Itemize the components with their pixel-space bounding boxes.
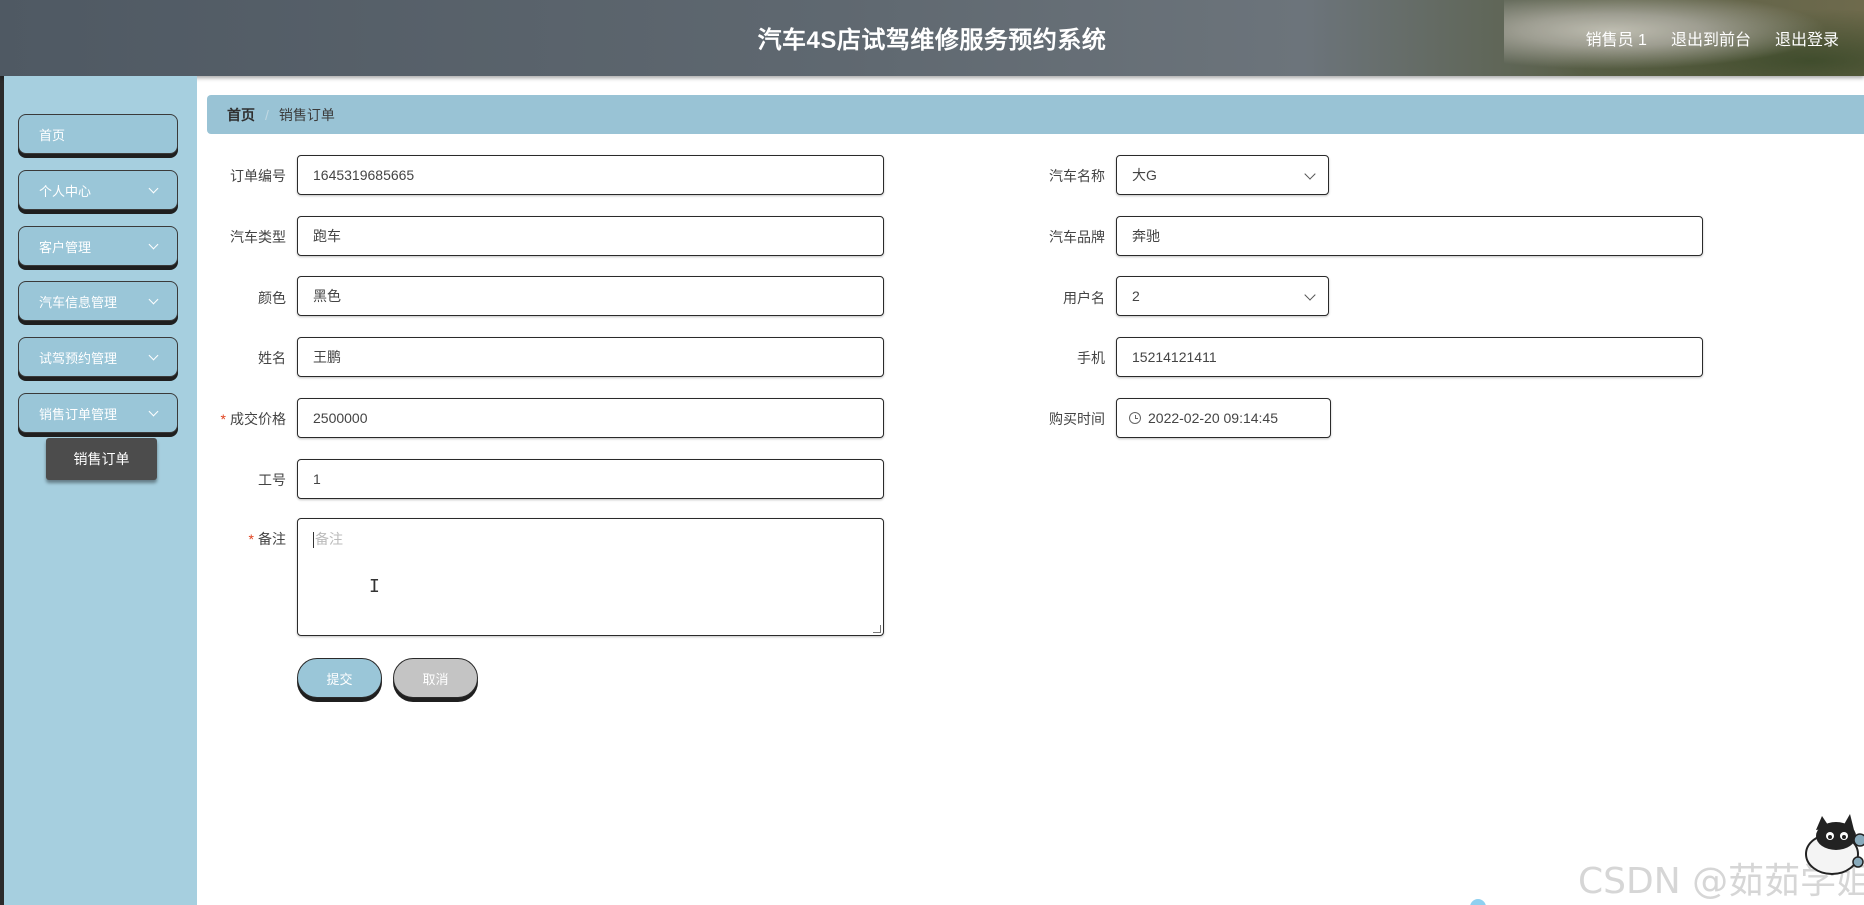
sidebar-item-label: 客户管理 xyxy=(39,239,92,255)
color-input[interactable]: 黑色 xyxy=(297,276,884,316)
chevron-down-icon xyxy=(1304,289,1316,301)
order-no-label: 订单编号 xyxy=(230,168,286,184)
cancel-button[interactable]: 取消 xyxy=(393,658,478,698)
remark-label: * 备注 xyxy=(196,529,286,549)
chevron-down-icon xyxy=(148,183,159,193)
chevron-down-icon xyxy=(148,406,159,416)
header-links: 销售员 1 退出到前台 退出登录 xyxy=(1586,26,1839,50)
staff-no-input[interactable]: 1 xyxy=(297,459,884,499)
car-brand-label: 汽车品牌 xyxy=(1049,229,1105,245)
clock-icon xyxy=(1129,412,1141,424)
car-name-select[interactable]: 大G xyxy=(1116,155,1329,195)
cat-mascot-icon xyxy=(1805,814,1864,875)
name-input[interactable]: 王鹏 xyxy=(297,337,884,377)
remark-textarea[interactable]: 备注 xyxy=(297,518,884,636)
car-type-label: 汽车类型 xyxy=(230,229,286,245)
staff-no-label: 工号 xyxy=(258,472,286,488)
sidebar-subitem-sales-order[interactable]: 销售订单 xyxy=(46,438,157,480)
floating-widget[interactable] xyxy=(1470,899,1486,905)
username-select[interactable]: 2 xyxy=(1116,276,1329,316)
required-mark: * xyxy=(248,531,254,547)
chevron-down-icon xyxy=(148,350,159,360)
chevron-down-icon xyxy=(148,294,159,304)
buy-time-picker[interactable]: 2022-02-20 09:14:45 xyxy=(1116,398,1331,438)
car-type-input[interactable]: 跑车 xyxy=(297,216,884,256)
username-label: 用户名 xyxy=(1063,290,1105,306)
car-name-value: 大G xyxy=(1132,167,1157,183)
remark-label-text: 备注 xyxy=(258,531,286,547)
sidebar-item-home[interactable]: 首页 xyxy=(18,114,178,154)
name-label: 姓名 xyxy=(258,350,286,366)
required-mark: * xyxy=(220,411,226,427)
phone-label: 手机 xyxy=(1077,350,1105,366)
sidebar-item-test-drive-management[interactable]: 试驾预约管理 xyxy=(18,337,178,377)
price-input[interactable]: 2500000 xyxy=(297,398,884,438)
top-header: 汽车4S店试驾维修服务预约系统 销售员 1 退出到前台 退出登录 xyxy=(0,0,1864,76)
resize-handle-icon[interactable] xyxy=(873,625,881,633)
chevron-down-icon xyxy=(1304,168,1316,180)
breadcrumb-current: 销售订单 xyxy=(278,106,335,123)
sidebar-item-label: 汽车信息管理 xyxy=(39,294,118,310)
car-brand-input[interactable]: 奔驰 xyxy=(1116,216,1703,256)
sidebar-item-label: 销售订单管理 xyxy=(39,406,118,422)
sidebar-item-label: 试驾预约管理 xyxy=(39,350,118,366)
sidebar-item-customer-management[interactable]: 客户管理 xyxy=(18,226,178,266)
logout-link[interactable]: 退出登录 xyxy=(1775,26,1839,50)
color-label: 颜色 xyxy=(258,290,286,306)
text-caret xyxy=(313,532,314,549)
buy-time-value: 2022-02-20 09:14:45 xyxy=(1148,410,1278,426)
price-label: * 成交价格 xyxy=(196,409,286,429)
price-label-text: 成交价格 xyxy=(230,411,286,427)
remark-placeholder: 备注 xyxy=(315,531,343,547)
ibeam-cursor-icon: I xyxy=(369,576,380,597)
breadcrumb: 首页 / 销售订单 xyxy=(207,95,1864,134)
sidebar-item-sales-order-management[interactable]: 销售订单管理 xyxy=(18,393,178,433)
sidebar-item-personal-center[interactable]: 个人中心 xyxy=(18,170,178,210)
breadcrumb-home-link[interactable]: 首页 xyxy=(227,105,255,125)
sidebar-item-label: 首页 xyxy=(39,127,66,143)
current-user[interactable]: 销售员 1 xyxy=(1586,26,1647,50)
order-no-input[interactable]: 1645319685665 xyxy=(297,155,884,195)
buy-time-label: 购买时间 xyxy=(1049,411,1105,427)
sidebar-item-car-info-management[interactable]: 汽车信息管理 xyxy=(18,281,178,321)
system-title: 汽车4S店试驾维修服务预约系统 xyxy=(757,27,1107,54)
sidebar-item-label: 个人中心 xyxy=(39,183,92,199)
username-value: 2 xyxy=(1132,288,1140,304)
submit-button[interactable]: 提交 xyxy=(297,658,382,698)
phone-input[interactable]: 15214121411 xyxy=(1116,337,1703,377)
car-name-label: 汽车名称 xyxy=(1049,168,1105,184)
chevron-down-icon xyxy=(148,239,159,249)
exit-to-front-link[interactable]: 退出到前台 xyxy=(1671,26,1751,50)
breadcrumb-separator: / xyxy=(265,106,269,123)
